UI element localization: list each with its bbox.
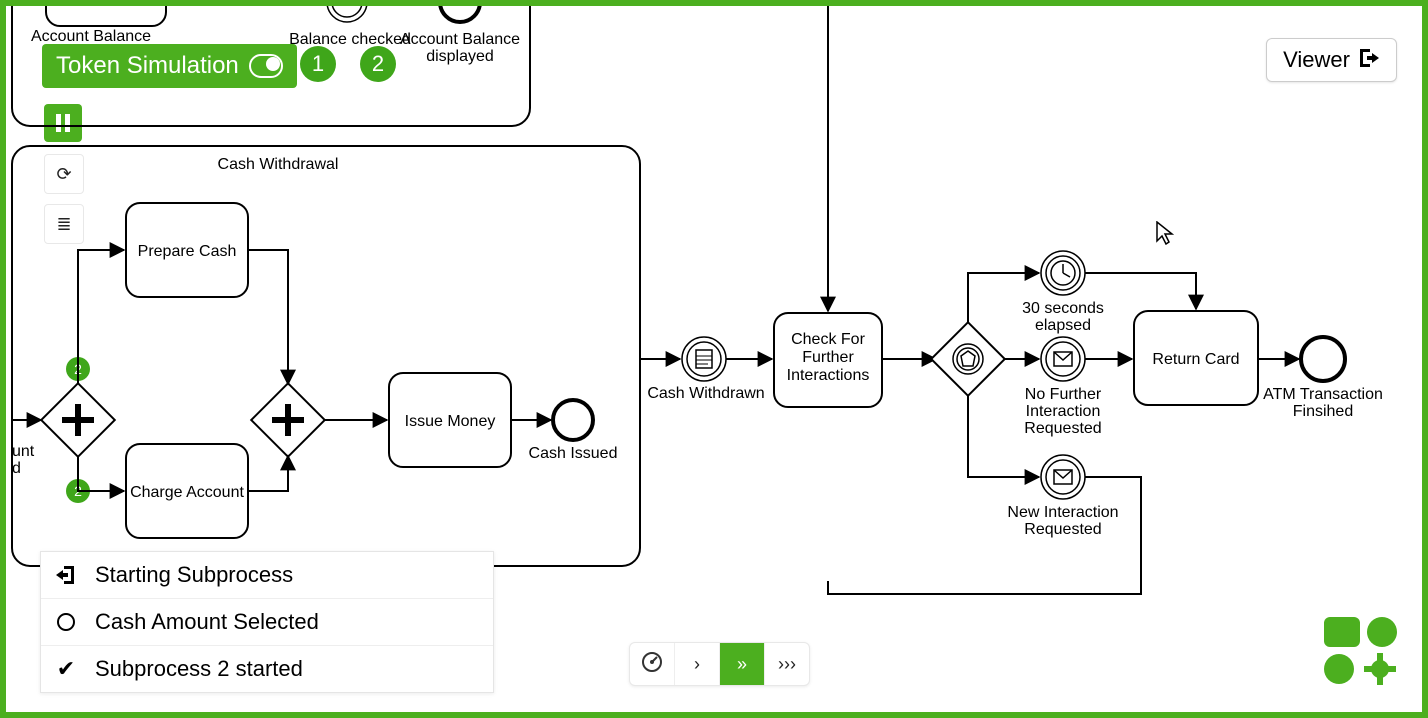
circle-icon — [55, 612, 77, 632]
svg-text:Account Balance: Account Balance — [400, 31, 520, 48]
svg-text:Interactions: Interactions — [787, 367, 870, 384]
subprocess-cash-withdrawal: Cash Withdrawal unt d 2 2 Prepare Cash — [12, 146, 640, 566]
event-account-balance-displayed: Account Balance displayed — [400, 6, 520, 65]
log-text: Subprocess 2 started — [95, 656, 303, 682]
check-icon: ✔ — [55, 656, 77, 682]
log-row[interactable]: Starting Subprocess — [41, 552, 493, 599]
event-atm-finished — [1301, 337, 1345, 381]
event-balance-checked: Balance checked — [289, 6, 411, 48]
svg-text:Issue Money: Issue Money — [405, 413, 496, 430]
speed-controls: › » ››› — [629, 642, 810, 686]
svg-text:elapsed: elapsed — [1035, 317, 1091, 334]
svg-text:Return Card: Return Card — [1152, 351, 1239, 368]
gateway-parallel-join — [251, 383, 325, 457]
svg-text:displayed: displayed — [426, 48, 494, 65]
svg-text:Prepare Cash: Prepare Cash — [138, 243, 237, 260]
chevron-right-icon: › — [694, 654, 700, 675]
svg-text:New Interaction: New Interaction — [1007, 504, 1118, 521]
log-text: Starting Subprocess — [95, 562, 293, 588]
svg-text:Interaction: Interaction — [1026, 403, 1101, 420]
event-cash-issued — [553, 400, 593, 440]
gauge-icon — [641, 651, 663, 678]
svg-text:Requested: Requested — [1024, 420, 1101, 437]
svg-text:Cash Withdrawn: Cash Withdrawn — [647, 385, 764, 402]
subprocess-account-balance: Account Balance Balance checked Account … — [12, 6, 530, 126]
log-row[interactable]: ✔ Subprocess 2 started — [41, 646, 493, 692]
gateway-parallel-split — [41, 383, 115, 457]
double-chevron-right-icon: » — [737, 654, 747, 675]
svg-text:Charge Account: Charge Account — [130, 484, 244, 501]
speed-gauge-button[interactable] — [630, 643, 675, 685]
svg-text:Cash Issued: Cash Issued — [529, 445, 618, 462]
event-cash-withdrawn: Cash Withdrawn — [647, 337, 764, 402]
event-timer-30s: 30 seconds elapsed — [1022, 251, 1104, 334]
bpmn-io-logo[interactable] — [1324, 617, 1400, 690]
subprocess-title: Cash Withdrawal — [218, 156, 339, 173]
svg-text:Balance checked: Balance checked — [289, 31, 411, 48]
event-no-further: No Further Interaction Requested — [1024, 337, 1102, 437]
svg-text:30 seconds: 30 seconds — [1022, 300, 1104, 317]
gateway-event-based — [931, 322, 1005, 396]
speed-slow-button[interactable]: › — [675, 643, 720, 685]
enter-icon — [55, 566, 77, 584]
event-new-interaction: New Interaction Requested — [1007, 455, 1118, 538]
log-text: Cash Amount Selected — [95, 609, 319, 635]
app-frame: Token Simulation 1 2 ⟳ ≣ Viewer — [0, 0, 1428, 718]
svg-text:Requested: Requested — [1024, 521, 1101, 538]
speed-medium-button[interactable]: » — [720, 643, 765, 685]
log-row[interactable]: Cash Amount Selected — [41, 599, 493, 646]
svg-text:No Further: No Further — [1025, 386, 1102, 403]
svg-text:ATM Transaction: ATM Transaction — [1263, 386, 1383, 403]
main-flow: Cash Withdrawn Check For Further Interac… — [640, 6, 1383, 594]
svg-text:Finsihed: Finsihed — [1293, 403, 1353, 420]
speed-fast-button[interactable]: ››› — [765, 643, 809, 685]
simulation-log: Starting Subprocess Cash Amount Selected… — [40, 551, 494, 693]
svg-text:d: d — [12, 460, 21, 477]
svg-text:Further: Further — [802, 349, 854, 366]
svg-text:unt: unt — [12, 443, 35, 460]
triple-chevron-right-icon: ››› — [778, 654, 796, 675]
label-partial-account-balance: Account Balance — [31, 28, 151, 45]
svg-text:Check For: Check For — [791, 331, 865, 348]
